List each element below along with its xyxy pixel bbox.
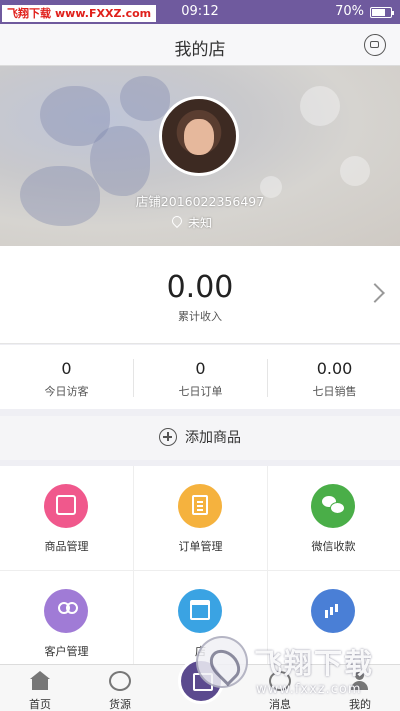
stat-label: 今日访客 [44,385,89,398]
watermark-domain: www.fxxz.com [256,682,362,697]
tab-label: 货源 [109,698,131,711]
wechat-icon [322,495,345,515]
grid-item-label: 客户管理 [44,645,89,658]
store-icon-circle [178,589,222,633]
grid-item-wechat-payment[interactable]: 微信收款 [267,466,400,566]
battery-percent: 70% [335,4,364,19]
avatar[interactable] [159,96,239,176]
stat-value: 0.00 [316,359,353,378]
product-icon-circle [44,484,88,528]
site-watermark: 飞翔下载 www.fxxz.com [196,636,398,706]
watermark-logo-icon [196,636,248,688]
grid-item-label: 商品管理 [44,540,89,553]
grid-item-order-management[interactable]: 订单管理 [134,466,267,566]
location-text: 未知 [188,216,213,230]
stat-seven-day-sales[interactable]: 0.00 七日销售 [268,345,400,409]
chart-icon [323,600,343,620]
document-icon [192,495,208,515]
plus-circle-icon [159,428,177,446]
income-label: 累计收入 [178,310,222,323]
stat-label: 七日销售 [312,385,357,398]
chart-icon-circle [311,589,355,633]
grid-item-label: 微信收款 [311,540,356,553]
customer-icon-circle [44,589,88,633]
location-pin-icon [172,216,182,229]
profile-header: 店铺2016022356497 未知 [0,66,400,246]
stats-row: 0 今日访客 0 七日订单 0.00 七日销售 [0,345,400,409]
stat-today-visitors[interactable]: 0 今日访客 [0,345,133,409]
income-value: 0.00 [166,270,234,305]
add-product-button[interactable]: 添加商品 [0,416,400,460]
users-icon [56,600,78,620]
tab-home[interactable]: 首页 [0,665,80,711]
nav-bar: 我的店 [0,24,400,66]
shop-name: 店铺2016022356497 [135,194,265,209]
stat-seven-day-orders[interactable]: 0 七日订单 [134,345,267,409]
add-product-label: 添加商品 [185,430,241,446]
stat-value: 0 [61,359,72,378]
stat-value: 0 [195,359,206,378]
watermark-brand: 飞翔下载 [254,647,375,680]
tab-supply[interactable]: 货源 [80,665,160,711]
battery-icon [370,7,394,18]
store-icon [190,600,210,620]
status-bar: 飞翔下载 www.FXXZ.com 09:12 70% [0,0,400,24]
grid-item-product-management[interactable]: 商品管理 [0,466,133,566]
home-icon [29,671,51,691]
grid-item-label: 订单管理 [178,540,223,553]
page-title: 我的店 [174,40,226,60]
tab-label: 首页 [29,698,51,711]
income-panel[interactable]: 0.00 累计收入 [0,246,400,344]
robot-icon[interactable] [364,34,386,56]
grid-item-customer-management[interactable]: 客户管理 [0,571,133,671]
globe-icon [109,671,131,691]
stat-label: 七日订单 [178,385,223,398]
order-icon-circle [178,484,222,528]
location: 未知 [172,214,212,231]
bag-icon [56,495,76,515]
wechat-icon-circle [311,484,355,528]
